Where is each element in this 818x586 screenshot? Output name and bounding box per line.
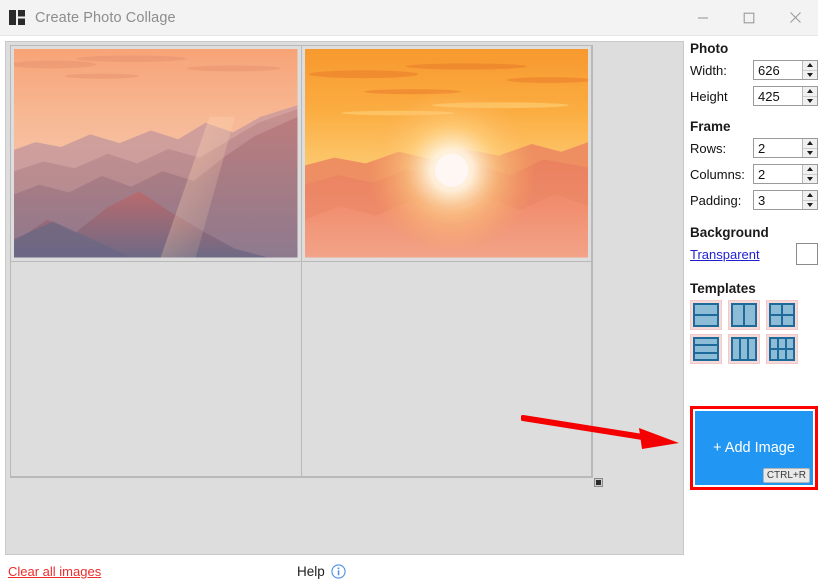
frame-section-heading: Frame [690,119,731,134]
photo-height-arrows[interactable] [802,87,817,105]
photo-width-stepper[interactable]: 626 [753,60,818,80]
collage-cell-3[interactable] [10,260,302,477]
collage-canvas[interactable] [5,41,684,555]
footer-bar: Clear all images Help Save & Copy Upload… [0,556,818,586]
collage-cell-1-content [14,49,298,258]
templates-grid [690,300,818,364]
chevron-up-icon [807,89,813,94]
frame-padding-stepper[interactable]: 3 [753,190,818,210]
chevron-down-icon [807,150,813,155]
template-2-columns[interactable] [728,300,760,330]
template-3-rows[interactable] [690,334,722,364]
frame-columns-label: Columns: [690,166,745,182]
frame-rows-up-button[interactable] [803,139,817,148]
info-icon[interactable] [331,563,346,579]
help-label: Help [297,563,325,579]
photo-width-row: Width: 626 [690,59,818,81]
chevron-up-icon [807,167,813,172]
collage-cell-2[interactable] [300,45,592,262]
frame-padding-value[interactable]: 3 [754,191,802,209]
photo-height-down-button[interactable] [803,95,817,106]
collage-cell-4[interactable] [300,260,592,477]
frame-rows-label: Rows: [690,140,727,156]
add-image-shortcut-badge: CTRL+R [762,468,810,483]
background-section-heading: Background [690,225,769,240]
frame-columns-down-button[interactable] [803,173,817,184]
window-controls [680,0,818,36]
close-icon [789,12,801,23]
frame-padding-down-button[interactable] [803,199,817,210]
sunset-mountain-ridges-photo [14,49,298,258]
photo-height-up-button[interactable] [803,87,817,96]
clear-all-images-link[interactable]: Clear all images [8,564,101,579]
collage-cell-2-content [304,49,588,258]
frame-columns-row: Columns: 2 [690,163,818,185]
settings-sidebar: Photo Width: 626 Height 425 Frame Rows: … [690,41,818,555]
maximize-icon [743,12,755,23]
photo-width-label: Width: [690,62,727,78]
frame-rows-arrows[interactable] [802,139,817,157]
collage-grid-icon [9,10,25,25]
photo-collage-window: Create Photo Collage Photo Width: 626 He… [0,0,818,586]
photo-height-value[interactable]: 425 [754,87,802,105]
maximize-button[interactable] [726,0,772,36]
photo-width-up-button[interactable] [803,61,817,70]
close-button[interactable] [772,0,818,36]
frame-rows-row: Rows: 2 [690,137,818,159]
photo-height-stepper[interactable]: 425 [753,86,818,106]
templates-section-heading: Templates [690,281,756,296]
resize-handle[interactable] [594,478,603,487]
collage-frame[interactable] [10,45,593,478]
frame-rows-stepper[interactable]: 2 [753,138,818,158]
frame-padding-arrows[interactable] [802,191,817,209]
add-image-highlight: + Add Image CTRL+R [690,406,818,490]
template-3x3[interactable] [766,334,798,364]
frame-columns-value[interactable]: 2 [754,165,802,183]
frame-columns-stepper[interactable]: 2 [753,164,818,184]
collage-cell-1[interactable] [10,45,302,262]
transparent-link[interactable]: Transparent [690,247,760,262]
template-3-columns[interactable] [728,334,760,364]
chevron-up-icon [807,63,813,68]
add-image-label: + Add Image [713,440,795,456]
frame-columns-up-button[interactable] [803,165,817,174]
window-title: Create Photo Collage [35,9,176,26]
frame-padding-up-button[interactable] [803,191,817,200]
chevron-down-icon [807,202,813,207]
photo-width-arrows[interactable] [802,61,817,79]
template-2-rows[interactable] [690,300,722,330]
frame-padding-label: Padding: [690,192,742,208]
frame-padding-row: Padding: 3 [690,189,818,211]
help-group[interactable]: Help [297,556,346,586]
add-image-button[interactable]: + Add Image CTRL+R [695,411,813,485]
minimize-button[interactable] [680,0,726,36]
frame-rows-value[interactable]: 2 [754,139,802,157]
chevron-down-icon [807,72,813,77]
sunset-over-mountains-photo [304,49,588,258]
frame-rows-down-button[interactable] [803,147,817,158]
background-row: Transparent [690,243,818,265]
frame-columns-arrows[interactable] [802,165,817,183]
collage-cell-4-content [305,265,589,474]
photo-section-heading: Photo [690,41,729,56]
photo-height-row: Height 425 [690,85,818,107]
title-bar: Create Photo Collage [0,0,818,36]
background-color-swatch[interactable] [796,243,818,265]
photo-width-down-button[interactable] [803,69,817,80]
chevron-up-icon [807,141,813,146]
photo-width-value[interactable]: 626 [754,61,802,79]
minimize-icon [698,16,708,19]
template-2x2[interactable] [766,300,798,330]
chevron-up-icon [807,193,813,198]
chevron-down-icon [807,176,813,181]
collage-cell-3-content [14,265,298,474]
photo-height-label: Height [690,88,728,104]
chevron-down-icon [807,98,813,103]
